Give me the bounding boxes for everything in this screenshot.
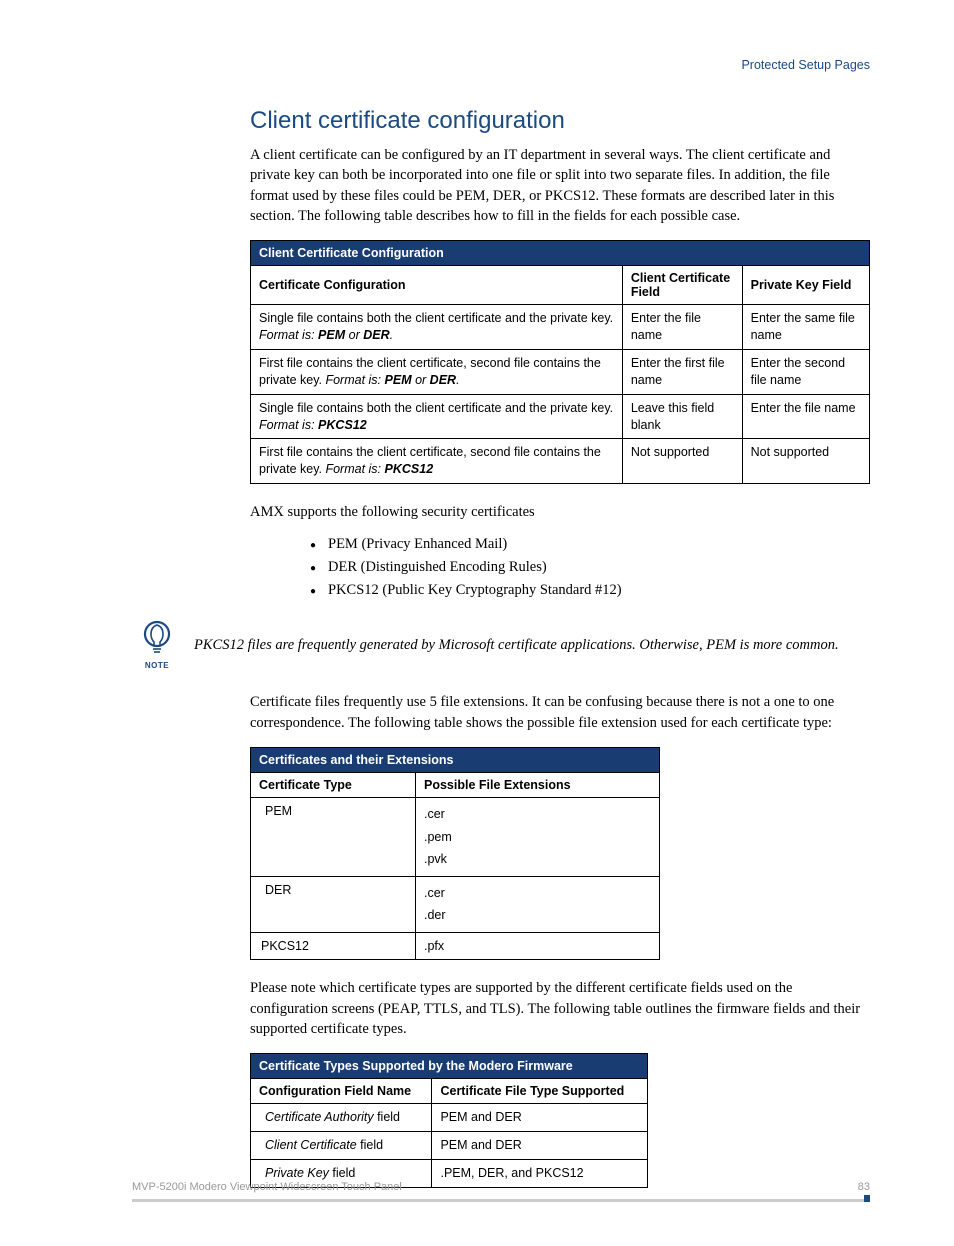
note-label: NOTE: [132, 661, 182, 670]
extensions-paragraph: Certificate files frequently use 5 file …: [132, 692, 870, 733]
section-title: Client certificate configuration: [132, 107, 870, 135]
supported-types-paragraph: Please note which certificate types are …: [132, 978, 870, 1039]
supports-paragraph: AMX supports the following security cert…: [132, 502, 870, 522]
table1-h0: Certificate Configuration: [251, 266, 623, 305]
table-row: DER .cer.der: [251, 876, 660, 932]
list-item: DER (Distinguished Encoding Rules): [310, 559, 870, 576]
cert-bullet-list: PEM (Privacy Enhanced Mail) DER (Disting…: [132, 536, 870, 599]
intro-paragraph: A client certificate can be configured b…: [132, 145, 870, 226]
page-number: 83: [858, 1181, 870, 1193]
table-row: PEM .cer.pem.pvk: [251, 798, 660, 877]
note-block: NOTE PKCS12 files are frequently generat…: [132, 619, 870, 670]
table2-title: Certificates and their Extensions: [251, 748, 660, 773]
client-cert-config-table: Client Certificate Configuration Certifi…: [250, 240, 870, 484]
table-row: Single file contains both the client cer…: [251, 394, 870, 439]
table3-h0: Configuration Field Name: [251, 1079, 432, 1104]
cert-extensions-table: Certificates and their Extensions Certif…: [250, 747, 660, 960]
footer-product-name: MVP-5200i Modero Viewpoint Widescreen To…: [132, 1181, 402, 1193]
list-item: PEM (Privacy Enhanced Mail): [310, 536, 870, 553]
table-row: Single file contains both the client cer…: [251, 305, 870, 350]
table-row: Certificate Authority field PEM and DER: [251, 1104, 648, 1132]
table3-title: Certificate Types Supported by the Moder…: [251, 1054, 648, 1079]
lightbulb-icon: NOTE: [132, 619, 182, 670]
table-row: First file contains the client certifica…: [251, 349, 870, 394]
table1-h1: Client Certificate Field: [622, 266, 742, 305]
table-row: PKCS12 .pfx: [251, 932, 660, 960]
page-footer: MVP-5200i Modero Viewpoint Widescreen To…: [132, 1181, 870, 1197]
note-text: PKCS12 files are frequently generated by…: [182, 635, 839, 655]
firmware-cert-types-table: Certificate Types Supported by the Moder…: [250, 1053, 648, 1188]
table1-h2: Private Key Field: [742, 266, 869, 305]
list-item: PKCS12 (Public Key Cryptography Standard…: [310, 582, 870, 599]
table2-h1: Possible File Extensions: [416, 773, 660, 798]
table2-h0: Certificate Type: [251, 773, 416, 798]
table-row: Client Certificate field PEM and DER: [251, 1132, 648, 1160]
footer-rule: [132, 1199, 870, 1202]
running-header: Protected Setup Pages: [132, 58, 870, 72]
table1-title: Client Certificate Configuration: [251, 241, 870, 266]
table-row: First file contains the client certifica…: [251, 439, 870, 484]
table3-h1: Certificate File Type Supported: [432, 1079, 648, 1104]
